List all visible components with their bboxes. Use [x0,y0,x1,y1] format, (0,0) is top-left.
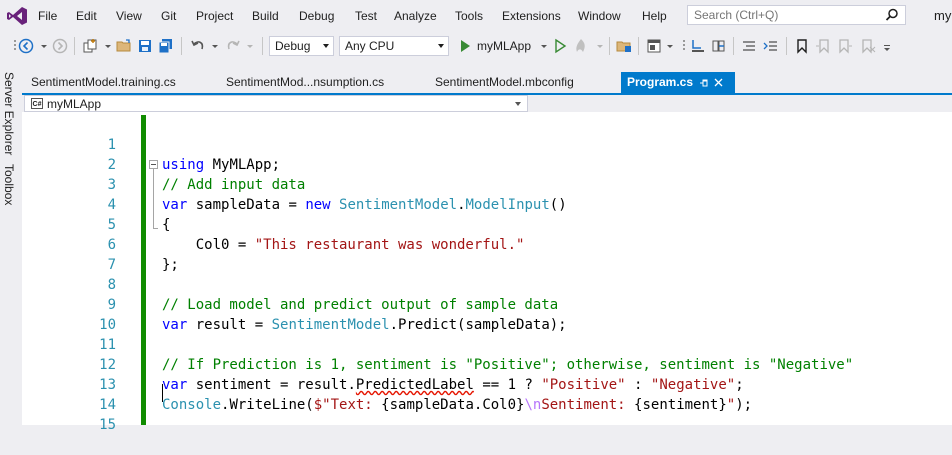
uncomment-lines-icon[interactable] [763,38,779,54]
forward-icon[interactable] [52,38,68,54]
menu-analyze[interactable]: Analyze [394,9,437,23]
step-into-icon[interactable] [690,38,706,54]
menu-tools[interactable]: Tools [455,9,483,23]
undo-icon[interactable] [190,38,206,54]
tab-program-cs[interactable]: Program.cs [621,72,735,93]
tab-sentimentmodel-consumption[interactable]: SentimentMod...nsumption.cs [226,72,384,93]
toolbar-options-icon[interactable] [880,38,896,54]
search-box[interactable] [687,5,906,25]
menu-project[interactable]: Project [196,9,233,23]
visual-studio-logo-icon[interactable] [6,6,28,26]
code-line: 4 { [22,175,952,233]
hot-reload-dropdown-icon[interactable] [592,38,608,54]
close-icon[interactable] [714,78,723,87]
csharp-project-icon: C# [31,98,43,109]
window-layout-icon[interactable] [646,38,662,54]
redo-icon[interactable] [225,38,241,54]
toolbar-separator [74,37,75,55]
menu-edit[interactable]: Edit [76,9,97,23]
solution-platform-value: Any CPU [345,39,395,53]
toolbar-separator [181,37,182,55]
save-all-icon[interactable] [158,38,174,54]
document-tab-strip: SentimentModel.training.cs SentimentMod.… [22,72,952,93]
chevron-down-icon [515,102,521,106]
toolbar-separator [638,37,639,55]
toolbar-separator [733,37,734,55]
code-line: 8 // Load model and predict output of sa… [22,255,952,313]
menu-extensions[interactable]: Extensions [502,9,561,23]
navigation-project-label: myMLApp [47,97,102,111]
chevron-down-icon [323,44,329,48]
side-tool-panel: Server Explorer Toolbox [0,66,20,425]
menu-view[interactable]: View [116,9,142,23]
clear-bookmarks-icon[interactable] [860,38,876,54]
standard-toolbar: Debug Any CPU [0,32,952,60]
code-line: 1 using MyMLApp; [22,115,952,173]
menu-debug[interactable]: Debug [299,9,334,23]
tab-program-cs-label: Program.cs [627,75,694,89]
project-navigation-dropdown[interactable]: C# myMLApp [24,95,528,112]
menu-git[interactable]: Git [161,9,176,23]
code-line: 9 var result = SentimentModel.Predict(sa… [22,275,952,333]
search-input[interactable] [688,6,890,24]
back-icon[interactable] [18,38,34,54]
start-without-debugging-icon[interactable] [552,38,568,54]
code-line: 12 var sentiment = result.PredictedLabel… [22,335,952,393]
comment-lines-icon[interactable] [741,38,757,54]
code-line: 11 // If Prediction is 1, sentiment is "… [22,315,952,373]
pin-icon[interactable] [699,78,709,88]
new-project-icon[interactable] [82,38,98,54]
toolbox-tab[interactable]: Toolbox [2,164,16,205]
code-line: 3 var sampleData = new SentimentModel.Mo… [22,155,952,213]
start-dropdown-icon[interactable] [536,38,552,54]
code-line: 6 }; [22,215,952,273]
next-bookmark-icon[interactable] [837,38,853,54]
code-line: 10 [22,295,952,333]
menu-window[interactable]: Window [578,9,621,23]
code-editor[interactable]: 1 using MyMLApp; 2 // Add input data 3 v… [22,112,952,433]
menu-build[interactable]: Build [252,9,279,23]
previous-bookmark-icon[interactable] [815,38,831,54]
profile-name[interactable]: my [934,8,951,23]
toolbar-separator [262,37,263,55]
solution-platform-select[interactable]: Any CPU [339,36,449,56]
menu-help[interactable]: Help [642,9,667,23]
save-icon[interactable] [137,38,153,54]
tab-sentimentmodel-training[interactable]: SentimentModel.training.cs [31,72,176,93]
solution-explorer-icon[interactable] [616,38,632,54]
menu-file[interactable]: File [38,9,57,23]
code-line: 5 Col0 = "This restaurant was wonderful.… [22,195,952,253]
toolbar-separator [786,37,787,55]
code-line: 2 // Add input data [22,135,952,193]
undo-dropdown-icon[interactable] [207,38,223,54]
code-line: 13 Console.WriteLine($"Text: {sampleData… [22,355,952,413]
chevron-down-icon [438,44,444,48]
start-icon[interactable] [457,38,473,54]
code-line: 7 [22,235,952,273]
solution-configuration-value: Debug [275,39,311,53]
menu-bar: File Edit View Git Project Build Debug T… [0,0,952,32]
line-number: 15 [99,417,116,433]
hot-reload-icon[interactable] [573,38,589,54]
back-dropdown-icon[interactable] [36,38,52,54]
open-folder-icon[interactable] [116,38,132,54]
start-button-label[interactable]: myMLApp [477,39,531,53]
search-icon[interactable] [885,8,899,22]
menu-test[interactable]: Test [355,9,377,23]
redo-dropdown-icon[interactable] [242,38,258,54]
new-dropdown-icon[interactable] [100,38,116,54]
solution-configuration-select[interactable]: Debug [269,36,334,56]
tab-sentimentmodel-mbconfig[interactable]: SentimentModel.mbconfig [435,72,574,93]
step-over-icon[interactable] [710,38,726,54]
code-line: 15 [22,395,952,433]
toolbar-separator [609,37,610,55]
bookmark-icon[interactable] [794,38,810,54]
server-explorer-tab[interactable]: Server Explorer [2,72,16,155]
